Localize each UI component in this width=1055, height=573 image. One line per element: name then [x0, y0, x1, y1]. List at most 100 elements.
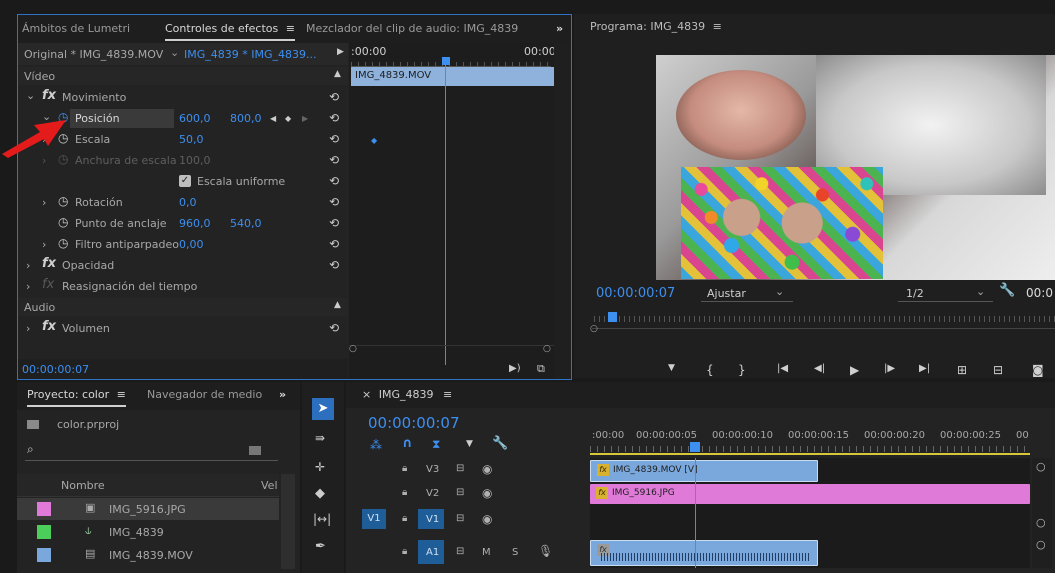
close-icon[interactable]: ×	[362, 388, 371, 401]
sync-lock-icon[interactable]: ⊟	[456, 513, 464, 524]
tab-project[interactable]: Proyecto: color ≡	[27, 388, 126, 407]
reset-icon[interactable]: ⟲	[329, 217, 339, 229]
escala-value[interactable]: 50,0	[179, 133, 204, 146]
mini-scrollbar[interactable]: ○ ○	[349, 344, 554, 354]
effect-opacidad[interactable]: › fx Opacidad ⟲	[18, 255, 348, 276]
track-label[interactable]: V3	[426, 464, 439, 475]
add-marker-icon[interactable]: ▼	[668, 363, 675, 373]
tab-effect-controls[interactable]: Controles de efectos ≡	[165, 22, 295, 41]
rotacion-value[interactable]: 0,0	[179, 196, 197, 209]
list-item[interactable]: ▣ IMG_5916.JPG	[17, 498, 279, 520]
effect-movimiento[interactable]: ⌄ fx Movimiento ⟲	[18, 87, 348, 108]
solo-button[interactable]: S	[512, 547, 518, 558]
step-back-icon[interactable]: ◀|	[814, 363, 825, 374]
tab-audio-clip-mixer[interactable]: Mezclador del clip de audio: IMG_4839	[306, 22, 518, 35]
step-forward-icon[interactable]: |▶	[884, 363, 895, 374]
snap-nest-icon[interactable]: ⁂	[370, 438, 382, 452]
source-patch-v1[interactable]: V1	[362, 509, 386, 529]
go-to-in-icon[interactable]: |◀	[777, 363, 788, 374]
slip-tool-icon[interactable]: |↔|	[313, 512, 331, 526]
wrench-icon[interactable]: 🔧	[492, 436, 508, 451]
razor-tool-icon[interactable]: ◆	[315, 486, 325, 501]
reset-icon[interactable]: ⟲	[329, 133, 339, 145]
stopwatch-icon[interactable]: ◷	[58, 194, 68, 208]
selection-tool-icon[interactable]: ➤	[312, 398, 334, 420]
fit-dropdown[interactable]: Ajustar ⌄	[701, 284, 793, 302]
more-panels-icon[interactable]: »	[556, 22, 563, 35]
eye-icon[interactable]: ◉	[482, 462, 492, 476]
effect-controls-timecode[interactable]: 00:00:00:07	[22, 363, 89, 376]
mini-playhead-marker[interactable]	[442, 57, 450, 65]
effect-volumen[interactable]: › fx Volumen ⟲	[18, 318, 348, 339]
keyframe-icon[interactable]: ◆	[371, 136, 377, 145]
play-icon[interactable]: ▶	[337, 47, 344, 57]
zoom-scrollbar[interactable]: ○	[590, 324, 1055, 335]
reset-icon[interactable]: ⟲	[329, 259, 339, 271]
filtro-value[interactable]: 0,00	[179, 238, 204, 251]
export-frame-icon[interactable]: ◙	[1032, 363, 1044, 377]
lock-icon[interactable]: 🔒︎	[402, 463, 407, 474]
chevron-right-icon[interactable]: ›	[42, 196, 46, 209]
ripple-edit-tool-icon[interactable]: ✛	[315, 460, 325, 474]
more-panels-icon[interactable]: »	[279, 388, 286, 401]
property-filtro[interactable]: › ◷ Filtro antiparpadeo 0,00 ⟲	[18, 234, 348, 255]
mark-out-icon[interactable]: }	[738, 363, 746, 377]
lock-icon[interactable]: 🔒︎	[402, 513, 407, 524]
clip-audio-a1[interactable]: fx	[590, 540, 818, 566]
chevron-right-icon[interactable]: ›	[26, 280, 30, 293]
timeline-vscroll[interactable]: ○ ○ ○	[1032, 458, 1052, 568]
tab-media-browser[interactable]: Navegador de medio	[147, 388, 262, 401]
posicion-x-value[interactable]: 600,0	[179, 112, 211, 125]
timeline-ruler[interactable]: :00:00 00:00:00:05 00:00:00:10 00:00:00:…	[590, 422, 1030, 456]
chevron-down-icon[interactable]: ⌄	[170, 46, 179, 59]
next-keyframe-icon[interactable]: ▶	[302, 114, 308, 123]
list-item[interactable]: ▤ IMG_4839.MOV	[17, 544, 279, 566]
extract-icon[interactable]: ⊟	[993, 363, 1003, 377]
timeline-tab[interactable]: × IMG_4839 ≡	[362, 388, 452, 401]
play-icon[interactable]: ▶	[850, 363, 859, 377]
go-to-out-icon[interactable]: ▶|	[919, 363, 930, 374]
clip-img-5916-jpg[interactable]: fx IMG_5916.JPG	[590, 484, 1030, 504]
stopwatch-icon[interactable]: ◷	[58, 236, 68, 250]
fx-icon[interactable]: fx	[42, 256, 56, 271]
program-video-frame[interactable]	[656, 55, 1055, 280]
panel-menu-icon[interactable]: ≡	[286, 22, 295, 35]
program-scrubber[interactable]	[594, 312, 1055, 324]
linked-selection-icon[interactable]: ⧗	[432, 437, 440, 452]
sequence-clip-dropdown[interactable]: IMG_4839 * IMG_4839...	[184, 48, 317, 61]
fx-icon[interactable]: fx	[42, 88, 56, 103]
snap-magnet-icon[interactable]: ∩	[402, 436, 413, 451]
eye-icon[interactable]: ◉	[482, 512, 492, 526]
lift-icon[interactable]: ⊞	[957, 363, 967, 377]
collapse-up-icon[interactable]: ▲	[334, 69, 341, 79]
reset-icon[interactable]: ⟲	[329, 175, 339, 187]
sync-lock-icon[interactable]: ⊟	[456, 546, 464, 557]
panel-menu-icon[interactable]: ≡	[117, 388, 126, 401]
panel-menu-icon[interactable]: ≡	[443, 388, 452, 401]
reset-icon[interactable]: ⟲	[329, 238, 339, 250]
anclaje-y-value[interactable]: 540,0	[230, 217, 262, 230]
anclaje-x-value[interactable]: 960,0	[179, 217, 211, 230]
lock-icon[interactable]: 🔒︎	[402, 546, 407, 557]
list-item[interactable]: ⫝ IMG_4839	[17, 521, 279, 543]
wrench-icon[interactable]: 🔧	[999, 283, 1015, 298]
reset-icon[interactable]: ⟲	[329, 196, 339, 208]
timeline-playhead-marker[interactable]	[690, 442, 700, 452]
track-label[interactable]: V1	[426, 514, 439, 525]
program-timecode[interactable]: 00:00:00:07	[596, 286, 675, 301]
playhead-marker[interactable]	[608, 312, 617, 322]
pen-tool-icon[interactable]: ✒	[315, 539, 326, 554]
mini-clip-bar[interactable]: IMG_4839.MOV	[351, 67, 554, 86]
column-nombre[interactable]: Nombre	[61, 479, 105, 492]
posicion-y-value[interactable]: 800,0	[230, 112, 262, 125]
microphone-icon[interactable]: 🎙︎	[538, 544, 553, 558]
tab-lumetri-scopes[interactable]: Ámbitos de Lumetri	[22, 22, 130, 35]
stopwatch-icon[interactable]: ◷	[58, 215, 68, 229]
track-select-tool-icon[interactable]: ⇛	[315, 431, 325, 445]
chevron-down-icon[interactable]: ⌄	[26, 89, 35, 102]
mark-in-icon[interactable]: {	[706, 363, 714, 377]
reset-icon[interactable]: ⟲	[329, 322, 339, 334]
prev-keyframe-icon[interactable]: ◀	[270, 114, 276, 123]
add-keyframe-icon[interactable]: ◆	[285, 114, 291, 123]
effect-reasignacion[interactable]: › fx Reasignación del tiempo	[18, 276, 348, 297]
